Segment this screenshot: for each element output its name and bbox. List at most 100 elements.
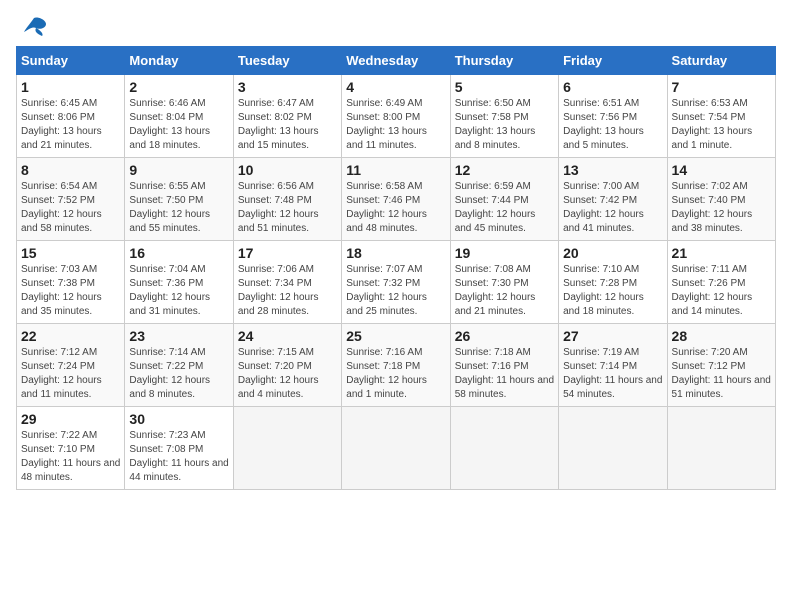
logo <box>16 16 48 38</box>
day-info: Sunrise: 6:49 AM Sunset: 8:00 PM Dayligh… <box>346 97 445 153</box>
day-number: 6 <box>563 79 662 95</box>
sunrise-label: Sunrise: 7:03 AM <box>21 264 97 275</box>
sunrise-label: Sunrise: 7:19 AM <box>563 347 639 358</box>
daylight-label: Daylight: 12 hours and 55 minutes. <box>129 209 210 234</box>
day-cell: 1 Sunrise: 6:45 AM Sunset: 8:06 PM Dayli… <box>17 75 125 158</box>
sunrise-label: Sunrise: 7:04 AM <box>129 264 205 275</box>
day-info: Sunrise: 6:53 AM Sunset: 7:54 PM Dayligh… <box>672 97 771 153</box>
day-info: Sunrise: 7:12 AM Sunset: 7:24 PM Dayligh… <box>21 346 120 402</box>
sunset-label: Sunset: 7:46 PM <box>346 195 420 206</box>
day-info: Sunrise: 6:45 AM Sunset: 8:06 PM Dayligh… <box>21 97 120 153</box>
day-info: Sunrise: 7:06 AM Sunset: 7:34 PM Dayligh… <box>238 263 337 319</box>
sunrise-label: Sunrise: 6:59 AM <box>455 181 531 192</box>
day-number: 23 <box>129 328 228 344</box>
day-number: 2 <box>129 79 228 95</box>
col-wednesday: Wednesday <box>342 47 450 75</box>
daylight-label: Daylight: 12 hours and 11 minutes. <box>21 375 102 400</box>
day-cell: 12 Sunrise: 6:59 AM Sunset: 7:44 PM Dayl… <box>450 158 558 241</box>
calendar-week-row: 15 Sunrise: 7:03 AM Sunset: 7:38 PM Dayl… <box>17 241 776 324</box>
sunset-label: Sunset: 7:18 PM <box>346 361 420 372</box>
sunset-label: Sunset: 7:16 PM <box>455 361 529 372</box>
sunset-label: Sunset: 8:02 PM <box>238 112 312 123</box>
sunset-label: Sunset: 7:10 PM <box>21 444 95 455</box>
daylight-label: Daylight: 11 hours and 48 minutes. <box>21 458 120 483</box>
sunset-label: Sunset: 7:28 PM <box>563 278 637 289</box>
day-number: 30 <box>129 411 228 427</box>
sunrise-label: Sunrise: 6:51 AM <box>563 98 639 109</box>
empty-cell <box>450 407 558 490</box>
day-info: Sunrise: 6:46 AM Sunset: 8:04 PM Dayligh… <box>129 97 228 153</box>
daylight-label: Daylight: 13 hours and 11 minutes. <box>346 126 427 151</box>
day-number: 29 <box>21 411 120 427</box>
daylight-label: Daylight: 12 hours and 21 minutes. <box>455 292 536 317</box>
daylight-label: Daylight: 11 hours and 51 minutes. <box>672 375 771 400</box>
daylight-label: Daylight: 12 hours and 38 minutes. <box>672 209 753 234</box>
sunrise-label: Sunrise: 6:49 AM <box>346 98 422 109</box>
day-info: Sunrise: 7:19 AM Sunset: 7:14 PM Dayligh… <box>563 346 662 402</box>
day-number: 10 <box>238 162 337 178</box>
day-cell: 11 Sunrise: 6:58 AM Sunset: 7:46 PM Dayl… <box>342 158 450 241</box>
day-cell: 6 Sunrise: 6:51 AM Sunset: 7:56 PM Dayli… <box>559 75 667 158</box>
day-number: 17 <box>238 245 337 261</box>
day-cell: 16 Sunrise: 7:04 AM Sunset: 7:36 PM Dayl… <box>125 241 233 324</box>
sunrise-label: Sunrise: 7:08 AM <box>455 264 531 275</box>
daylight-label: Daylight: 12 hours and 28 minutes. <box>238 292 319 317</box>
sunset-label: Sunset: 7:36 PM <box>129 278 203 289</box>
sunset-label: Sunset: 7:52 PM <box>21 195 95 206</box>
day-cell: 26 Sunrise: 7:18 AM Sunset: 7:16 PM Dayl… <box>450 324 558 407</box>
calendar-week-row: 1 Sunrise: 6:45 AM Sunset: 8:06 PM Dayli… <box>17 75 776 158</box>
sunrise-label: Sunrise: 6:53 AM <box>672 98 748 109</box>
day-cell: 10 Sunrise: 6:56 AM Sunset: 7:48 PM Dayl… <box>233 158 341 241</box>
day-info: Sunrise: 7:08 AM Sunset: 7:30 PM Dayligh… <box>455 263 554 319</box>
daylight-label: Daylight: 12 hours and 18 minutes. <box>563 292 644 317</box>
day-cell: 8 Sunrise: 6:54 AM Sunset: 7:52 PM Dayli… <box>17 158 125 241</box>
day-cell: 28 Sunrise: 7:20 AM Sunset: 7:12 PM Dayl… <box>667 324 775 407</box>
daylight-label: Daylight: 13 hours and 15 minutes. <box>238 126 319 151</box>
day-number: 24 <box>238 328 337 344</box>
day-cell: 4 Sunrise: 6:49 AM Sunset: 8:00 PM Dayli… <box>342 75 450 158</box>
calendar-week-row: 8 Sunrise: 6:54 AM Sunset: 7:52 PM Dayli… <box>17 158 776 241</box>
day-cell: 17 Sunrise: 7:06 AM Sunset: 7:34 PM Dayl… <box>233 241 341 324</box>
sunset-label: Sunset: 8:04 PM <box>129 112 203 123</box>
day-number: 28 <box>672 328 771 344</box>
day-info: Sunrise: 7:15 AM Sunset: 7:20 PM Dayligh… <box>238 346 337 402</box>
day-info: Sunrise: 7:14 AM Sunset: 7:22 PM Dayligh… <box>129 346 228 402</box>
sunrise-label: Sunrise: 6:54 AM <box>21 181 97 192</box>
day-number: 27 <box>563 328 662 344</box>
day-number: 4 <box>346 79 445 95</box>
day-info: Sunrise: 6:58 AM Sunset: 7:46 PM Dayligh… <box>346 180 445 236</box>
daylight-label: Daylight: 12 hours and 48 minutes. <box>346 209 427 234</box>
day-cell: 29 Sunrise: 7:22 AM Sunset: 7:10 PM Dayl… <box>17 407 125 490</box>
day-number: 22 <box>21 328 120 344</box>
day-info: Sunrise: 6:47 AM Sunset: 8:02 PM Dayligh… <box>238 97 337 153</box>
empty-cell <box>342 407 450 490</box>
daylight-label: Daylight: 11 hours and 54 minutes. <box>563 375 662 400</box>
day-cell: 13 Sunrise: 7:00 AM Sunset: 7:42 PM Dayl… <box>559 158 667 241</box>
day-number: 26 <box>455 328 554 344</box>
day-number: 25 <box>346 328 445 344</box>
sunrise-label: Sunrise: 7:18 AM <box>455 347 531 358</box>
sunset-label: Sunset: 7:50 PM <box>129 195 203 206</box>
daylight-label: Daylight: 12 hours and 45 minutes. <box>455 209 536 234</box>
day-cell: 30 Sunrise: 7:23 AM Sunset: 7:08 PM Dayl… <box>125 407 233 490</box>
day-number: 19 <box>455 245 554 261</box>
day-number: 3 <box>238 79 337 95</box>
day-cell: 7 Sunrise: 6:53 AM Sunset: 7:54 PM Dayli… <box>667 75 775 158</box>
daylight-label: Daylight: 12 hours and 14 minutes. <box>672 292 753 317</box>
daylight-label: Daylight: 12 hours and 35 minutes. <box>21 292 102 317</box>
sunrise-label: Sunrise: 7:15 AM <box>238 347 314 358</box>
sunset-label: Sunset: 7:54 PM <box>672 112 746 123</box>
sunset-label: Sunset: 7:56 PM <box>563 112 637 123</box>
day-number: 13 <box>563 162 662 178</box>
day-number: 7 <box>672 79 771 95</box>
daylight-label: Daylight: 13 hours and 1 minute. <box>672 126 753 151</box>
daylight-label: Daylight: 12 hours and 4 minutes. <box>238 375 319 400</box>
day-number: 15 <box>21 245 120 261</box>
day-number: 14 <box>672 162 771 178</box>
sunset-label: Sunset: 7:48 PM <box>238 195 312 206</box>
empty-cell <box>559 407 667 490</box>
calendar-table: Sunday Monday Tuesday Wednesday Thursday… <box>16 46 776 490</box>
sunset-label: Sunset: 7:20 PM <box>238 361 312 372</box>
col-tuesday: Tuesday <box>233 47 341 75</box>
sunrise-label: Sunrise: 7:02 AM <box>672 181 748 192</box>
